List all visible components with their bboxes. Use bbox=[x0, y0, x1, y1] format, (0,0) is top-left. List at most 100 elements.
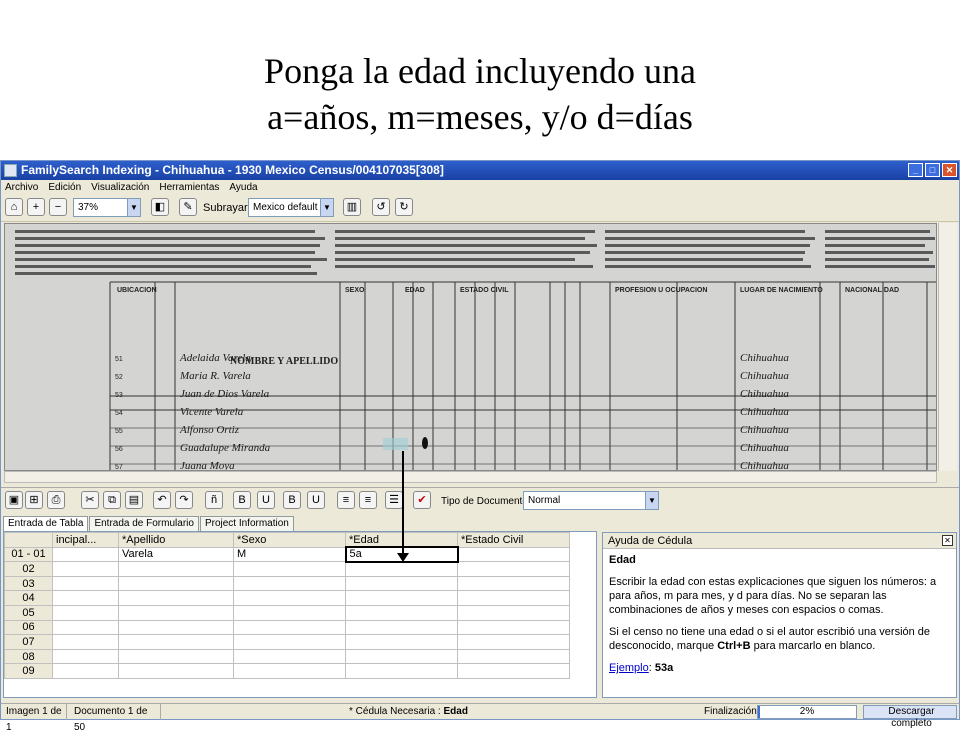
rotate-right-icon[interactable]: ↻ bbox=[395, 198, 413, 216]
tab-project-information[interactable]: Project Information bbox=[199, 516, 294, 531]
example-link[interactable]: Ejemplo bbox=[609, 662, 649, 674]
row-header[interactable]: 02 bbox=[4, 561, 53, 577]
save-icon[interactable]: ▣ bbox=[5, 491, 23, 509]
cell-apellido[interactable] bbox=[118, 648, 234, 665]
cell-apellido[interactable] bbox=[118, 561, 234, 577]
row-header[interactable]: 07 bbox=[4, 634, 53, 650]
cell-sexo[interactable] bbox=[233, 575, 346, 592]
undo-icon[interactable]: ↶ bbox=[153, 491, 171, 509]
cut-icon[interactable]: ✂ bbox=[81, 491, 99, 509]
tab-table-entry[interactable]: Entrada de Tabla bbox=[3, 516, 89, 531]
insert-row-icon[interactable]: ≡ bbox=[337, 491, 355, 509]
cell-principal[interactable] bbox=[52, 561, 119, 577]
column-header-principal[interactable]: incipal... bbox=[52, 532, 119, 548]
unreadable-row-icon[interactable]: U bbox=[307, 491, 325, 509]
zoom-out-icon[interactable]: − bbox=[49, 198, 67, 216]
redo-icon[interactable]: ↷ bbox=[175, 491, 193, 509]
close-button[interactable]: ✕ bbox=[942, 163, 957, 177]
insert-blank-icon[interactable]: B bbox=[233, 491, 251, 509]
cell-sexo[interactable] bbox=[233, 619, 346, 636]
cell-estado-civil[interactable] bbox=[457, 604, 570, 621]
tab-form-entry[interactable]: Entrada de Formulario bbox=[89, 516, 199, 531]
cell-sexo[interactable] bbox=[233, 648, 346, 665]
cell-edad[interactable] bbox=[345, 663, 458, 679]
image-vertical-scrollbar[interactable] bbox=[938, 223, 957, 471]
menu-archivo[interactable]: Archivo bbox=[5, 180, 38, 195]
menu-visualizacion[interactable]: Visualización bbox=[91, 180, 149, 195]
cell-apellido[interactable] bbox=[118, 604, 234, 621]
sort-icon[interactable]: ☰ bbox=[385, 491, 403, 509]
download-complete-button[interactable]: Descargar completo bbox=[863, 705, 957, 729]
invert-image-icon[interactable]: ◧ bbox=[151, 198, 169, 216]
maximize-button[interactable]: □ bbox=[925, 163, 940, 177]
unreadable-icon[interactable]: U bbox=[257, 491, 275, 509]
cell-principal[interactable] bbox=[52, 634, 119, 650]
cell-edad[interactable] bbox=[345, 575, 458, 592]
row-header[interactable]: 09 bbox=[4, 663, 53, 679]
highlight-select[interactable]: Mexico default ▼ bbox=[248, 198, 334, 217]
rotate-left-icon[interactable]: ↺ bbox=[372, 198, 390, 216]
cell-apellido[interactable] bbox=[118, 590, 234, 606]
cell-principal[interactable] bbox=[52, 546, 119, 563]
submit-icon[interactable]: ⊞ bbox=[25, 491, 43, 509]
image-horizontal-scrollbar[interactable] bbox=[4, 471, 937, 483]
row-header[interactable]: 08 bbox=[4, 648, 53, 665]
cell-sexo[interactable] bbox=[233, 663, 346, 679]
cell-estado-civil[interactable] bbox=[457, 575, 570, 592]
cell-apellido[interactable] bbox=[118, 619, 234, 636]
cell-estado-civil[interactable] bbox=[457, 634, 570, 650]
enye-icon[interactable]: ñ bbox=[205, 491, 223, 509]
cell-apellido[interactable] bbox=[118, 575, 234, 592]
cell-sexo[interactable] bbox=[233, 604, 346, 621]
cell-principal[interactable] bbox=[52, 590, 119, 606]
cell-sexo[interactable] bbox=[233, 590, 346, 606]
cell-estado-civil[interactable] bbox=[457, 561, 570, 577]
print-icon[interactable]: ⎙ bbox=[47, 491, 65, 509]
menu-ayuda[interactable]: Ayuda bbox=[229, 180, 257, 195]
cell-sexo[interactable] bbox=[233, 634, 346, 650]
paste-icon[interactable]: ▤ bbox=[125, 491, 143, 509]
blank-row-icon[interactable]: B bbox=[283, 491, 301, 509]
cell-edad[interactable] bbox=[345, 634, 458, 650]
cell-estado-civil[interactable] bbox=[457, 663, 570, 679]
cell-principal[interactable] bbox=[52, 648, 119, 665]
cell-edad[interactable] bbox=[345, 648, 458, 665]
menu-edicion[interactable]: Edición bbox=[48, 180, 81, 195]
home-icon[interactable]: ⌂ bbox=[5, 198, 23, 216]
row-header[interactable]: 03 bbox=[4, 575, 53, 592]
cell-estado-civil[interactable] bbox=[457, 619, 570, 636]
row-header[interactable]: 01 - 01 bbox=[4, 546, 53, 563]
quality-check-icon[interactable]: ✔ bbox=[413, 491, 431, 509]
cell-estado-civil[interactable] bbox=[457, 590, 570, 606]
cell-sexo[interactable] bbox=[233, 561, 346, 577]
column-header-sexo[interactable]: *Sexo bbox=[233, 532, 346, 548]
cell-estado-civil[interactable] bbox=[457, 648, 570, 665]
zoom-select[interactable]: 37% ▼ bbox=[73, 198, 141, 217]
census-image-viewer[interactable]: UBICACION SEXO EDAD ESTADO CIVIL PROFESI… bbox=[4, 223, 937, 471]
row-header[interactable]: 06 bbox=[4, 619, 53, 636]
cell-principal[interactable] bbox=[52, 604, 119, 621]
cell-apellido[interactable]: Varela bbox=[118, 546, 234, 563]
cell-sexo[interactable]: M bbox=[233, 546, 346, 563]
close-icon[interactable]: ✕ bbox=[942, 535, 953, 546]
zoom-in-icon[interactable]: + bbox=[27, 198, 45, 216]
cell-principal[interactable] bbox=[52, 663, 119, 679]
row-header[interactable]: 04 bbox=[4, 590, 53, 606]
doc-type-select[interactable]: Normal ▼ bbox=[523, 491, 659, 510]
copy-icon[interactable]: ⧉ bbox=[103, 491, 121, 509]
cell-edad[interactable] bbox=[345, 590, 458, 606]
cell-principal[interactable] bbox=[52, 575, 119, 592]
cell-estado-civil[interactable] bbox=[457, 546, 570, 563]
column-header-estado-civil[interactable]: *Estado Civil bbox=[457, 532, 570, 548]
menu-herramientas[interactable]: Herramientas bbox=[159, 180, 219, 195]
book-icon[interactable]: ▥ bbox=[343, 198, 361, 216]
highlight-pen-icon[interactable]: ✎ bbox=[179, 198, 197, 216]
cell-principal[interactable] bbox=[52, 619, 119, 636]
cell-apellido[interactable] bbox=[118, 663, 234, 679]
cell-edad[interactable] bbox=[345, 604, 458, 621]
delete-row-icon[interactable]: ≡ bbox=[359, 491, 377, 509]
cell-apellido[interactable] bbox=[118, 634, 234, 650]
row-header[interactable]: 05 bbox=[4, 604, 53, 621]
column-header-apellido[interactable]: *Apellido bbox=[118, 532, 234, 548]
cell-edad[interactable] bbox=[345, 619, 458, 636]
